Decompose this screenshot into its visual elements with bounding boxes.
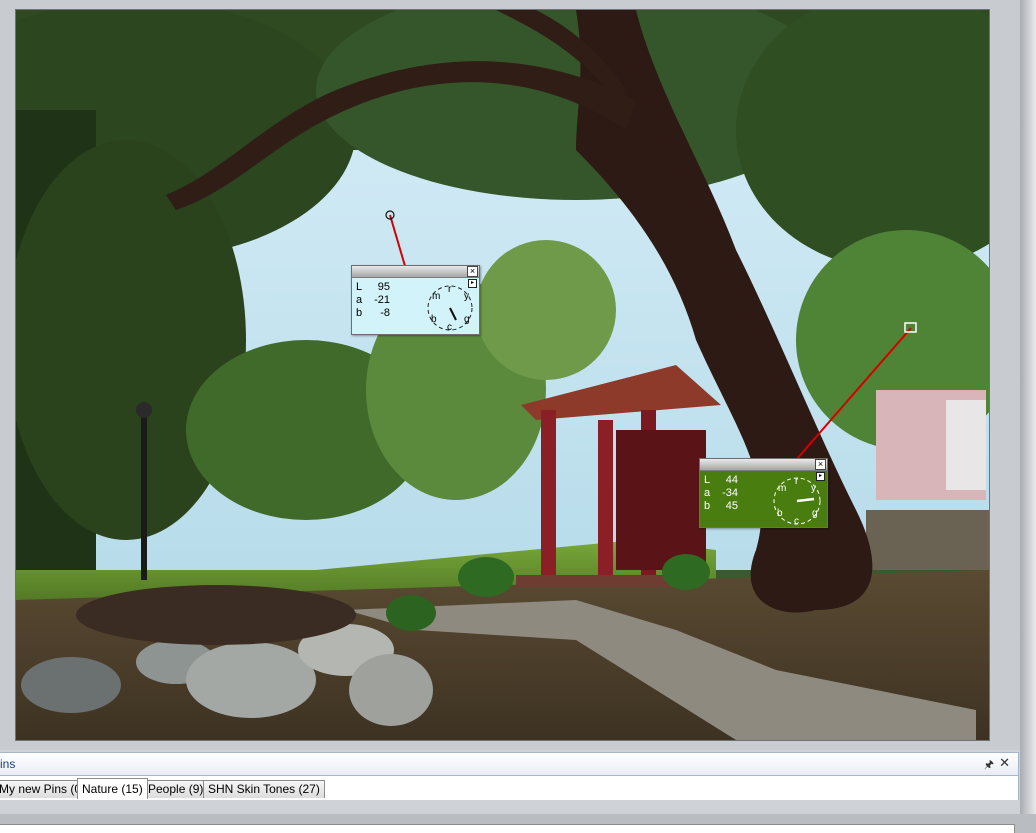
pins-panel: ins 🖈 ✕ My new Pins (0) Nature (15) Peop…: [0, 750, 1020, 833]
lab-l-label: L: [704, 474, 711, 486]
wheel-r-label: r: [795, 476, 799, 487]
tab-shn-skin-tones[interactable]: SHN Skin Tones (27): [203, 780, 325, 798]
wheel-m-label: m: [778, 483, 786, 494]
lab-b-value: 45: [725, 500, 738, 512]
panel-header: ins 🖈 ✕: [0, 752, 1019, 776]
tab-strip: My new Pins (0) Nature (15) People (9) S…: [0, 776, 1019, 833]
wheel-b-label: b: [431, 314, 437, 325]
lab-b-label: b: [356, 307, 363, 319]
tab-nature[interactable]: Nature (15): [77, 778, 148, 799]
wheel-g-label: g: [812, 508, 818, 519]
lab-a-label: a: [704, 487, 711, 499]
photo-image[interactable]: [15, 9, 990, 741]
lab-l-label: L: [356, 281, 363, 293]
close-icon[interactable]: ×: [815, 459, 826, 470]
lab-b-label: b: [704, 500, 711, 512]
pin-body: L 95 a -21 b -8 ▸ m r y b c g: [352, 278, 479, 334]
wheel-g-label: g: [464, 314, 470, 325]
lab-values: L 44 a -34 b 45: [704, 474, 738, 513]
pin-label-2[interactable]: × L 44 a -34 b 45 ▸ m r y b c g: [699, 458, 828, 528]
app-window: × L 95 a -21 b -8 ▸ m r y b c g × L 44 a…: [0, 0, 1020, 833]
pin-titlebar[interactable]: ×: [700, 459, 827, 471]
wheel-r-label: r: [448, 284, 452, 295]
wheel-y-label: y: [811, 483, 816, 494]
lab-l-value: 95: [377, 281, 390, 293]
panel-title: ins: [0, 757, 16, 771]
pin-panel-icon[interactable]: 🖈: [984, 756, 994, 775]
pin-titlebar[interactable]: ×: [352, 266, 479, 278]
lab-b-value: -8: [380, 307, 390, 319]
close-panel-icon[interactable]: ✕: [999, 755, 1010, 771]
tab-content-area: [0, 824, 1015, 833]
tab-people[interactable]: People (9): [143, 780, 209, 798]
image-canvas: × L 95 a -21 b -8 ▸ m r y b c g × L 44 a…: [0, 0, 1020, 750]
lab-a-value: -34: [722, 487, 738, 499]
window-shadow: [1020, 0, 1036, 814]
pin-body: L 44 a -34 b 45 ▸ m r y b c g: [700, 471, 827, 527]
color-wheel-icon: m r y b c g: [773, 476, 821, 527]
park-photo: [16, 10, 989, 740]
wheel-b-label: b: [777, 508, 783, 519]
wheel-c-label: c: [447, 322, 452, 333]
wheel-m-label: m: [432, 291, 440, 302]
close-icon[interactable]: ×: [467, 266, 478, 277]
lab-values: L 95 a -21 b -8: [356, 281, 390, 320]
lab-l-value: 44: [725, 474, 738, 486]
lab-a-label: a: [356, 294, 363, 306]
lab-a-value: -21: [374, 294, 390, 306]
wheel-y-label: y: [464, 291, 469, 302]
pin-label-1[interactable]: × L 95 a -21 b -8 ▸ m r y b c g: [351, 265, 480, 335]
wheel-c-label: c: [794, 516, 799, 527]
color-wheel-icon: m r y b c g: [427, 284, 473, 333]
